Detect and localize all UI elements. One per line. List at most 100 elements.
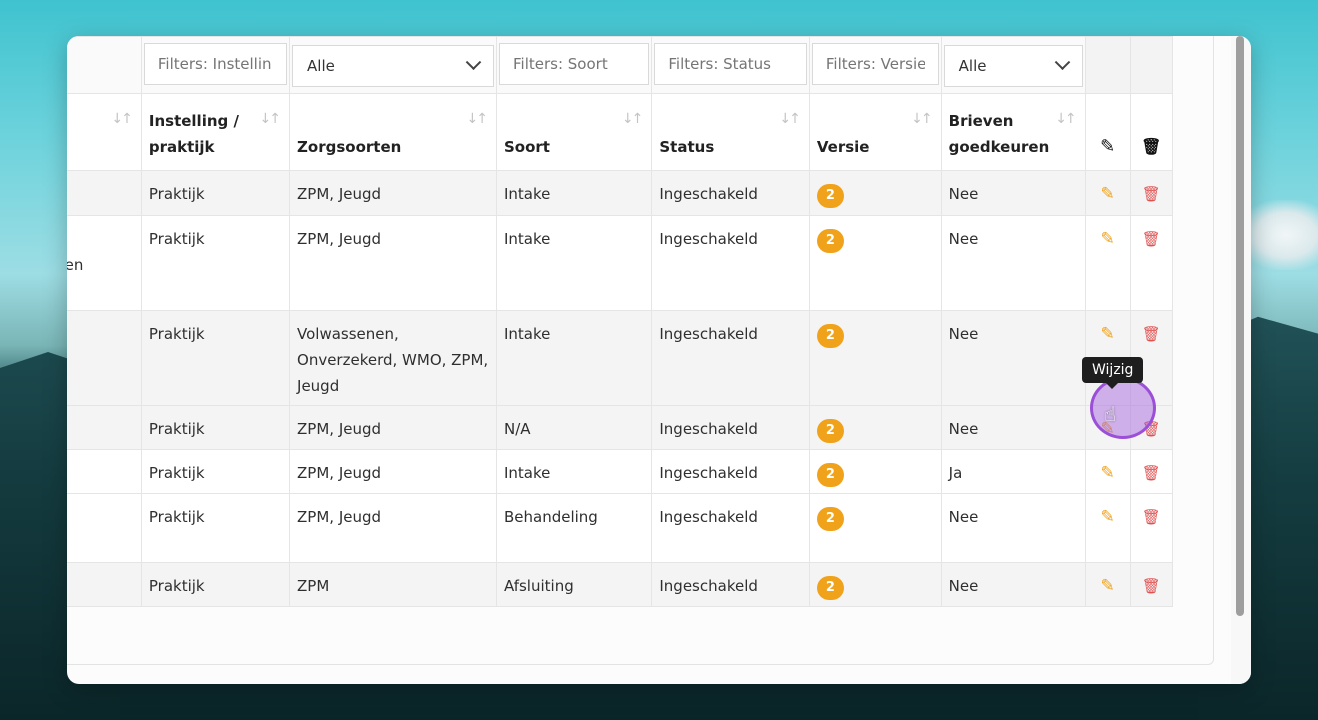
cell-instelling: Praktijk: [140, 310, 291, 406]
cell-versie: 2: [808, 215, 942, 311]
cell-versie: 2: [808, 405, 942, 450]
column-header-brieven[interactable]: Brieven goedkeuren ↓↑: [940, 93, 1086, 171]
filter-status-input[interactable]: [654, 43, 807, 85]
cell-instelling: Praktijk: [140, 405, 291, 450]
table-row: Praktijk ZPM, Jeugd Intake Ingeschakeld …: [67, 449, 1174, 494]
version-badge: 2: [816, 419, 844, 443]
column-header-prev[interactable]: ↓↑: [67, 93, 142, 171]
table-row: Praktijk ZPM Afsluiting Ingeschakeld 2 N…: [67, 562, 1174, 607]
trash-icon[interactable]: 🗑: [1142, 226, 1161, 252]
filter-cell-soort: [495, 36, 653, 94]
scrollbar-thumb[interactable]: [1236, 36, 1244, 616]
cell-zorgsoorten: ZPM, Jeugd: [289, 215, 497, 311]
pencil-icon[interactable]: ✎: [1101, 181, 1115, 207]
pencil-icon: ✎: [1100, 136, 1116, 157]
trash-icon[interactable]: 🗑: [1142, 321, 1161, 347]
cell-status: Ingeschakeld: [651, 493, 810, 563]
column-header-status-label: Status: [659, 138, 715, 156]
edit-tooltip: Wijzig: [1082, 357, 1144, 389]
filter-cell-delete: [1129, 36, 1174, 94]
table-row: Praktijk ZPM, Jeugd Intake Ingeschakeld …: [67, 170, 1174, 216]
trash-icon[interactable]: 🗑: [1142, 181, 1161, 207]
column-header-versie[interactable]: Versie ↓↑: [808, 93, 942, 171]
cell-instelling: Praktijk: [140, 493, 291, 563]
version-badge: 2: [816, 576, 844, 600]
cell-instelling: Praktijk: [140, 449, 291, 494]
table-card: Alle Alle: [67, 36, 1214, 665]
filter-zorgsoorten-select[interactable]: Alle: [292, 45, 494, 87]
cell-soort: Intake: [495, 310, 653, 406]
cell-delete: 🗑: [1129, 493, 1174, 563]
column-header-edit: ✎: [1084, 93, 1131, 171]
cell-versie: 2: [808, 493, 942, 563]
pencil-icon[interactable]: ✎: [1101, 460, 1115, 486]
cell-soort: N/A: [495, 405, 653, 450]
filter-versie-input[interactable]: [811, 43, 939, 85]
cell-delete: 🗑: [1129, 562, 1174, 607]
trash-icon[interactable]: 🗑: [1142, 460, 1161, 486]
cell-prev: [67, 493, 142, 563]
column-header-brieven-label-1: Brieven: [948, 112, 1014, 130]
trash-icon[interactable]: 🗑: [1142, 573, 1161, 599]
pencil-icon[interactable]: ✎: [1101, 504, 1115, 530]
header-row: ↓↑ Instelling / praktijk ↓↑ Zorgsoorten …: [67, 93, 1174, 171]
cell-brieven: Nee: [940, 493, 1086, 563]
cell-status: Ingeschakeld: [651, 170, 810, 216]
cursor-highlight: [1090, 377, 1156, 439]
sort-arrows-icon: ↓↑: [259, 111, 282, 127]
sort-arrows-icon: ↓↑: [779, 111, 801, 127]
cell-edit: ✎: [1084, 562, 1131, 607]
pencil-icon[interactable]: ✎: [1101, 321, 1115, 347]
table-row: Praktijk ZPM, Jeugd Behandeling Ingescha…: [67, 493, 1174, 563]
cell-instelling: Praktijk: [140, 170, 291, 216]
cell-prev: [67, 449, 142, 494]
version-badge: 2: [816, 229, 844, 253]
sort-arrows-icon: ↓↑: [111, 111, 133, 127]
filter-instelling-input[interactable]: [143, 43, 288, 85]
column-header-status[interactable]: Status ↓↑: [651, 93, 810, 171]
cell-soort: Intake: [495, 215, 653, 311]
chevron-down-icon: [1054, 53, 1070, 70]
filter-cell-status: [651, 36, 810, 94]
pencil-icon[interactable]: ✎: [1101, 573, 1115, 599]
data-table: Alle Alle: [67, 36, 1174, 607]
cell-prev: [67, 310, 142, 406]
cell-zorgsoorten: ZPM, Jeugd: [289, 493, 497, 563]
cell-versie: 2: [808, 170, 942, 216]
column-header-soort-label: Soort: [503, 138, 550, 156]
vertical-scrollbar[interactable]: [1231, 36, 1251, 684]
cell-versie: 2: [808, 562, 942, 607]
filter-row: Alle Alle: [67, 36, 1174, 94]
column-header-brieven-label-2: goedkeuren: [948, 138, 1050, 156]
cell-soort: Intake: [495, 170, 653, 216]
sort-arrows-icon: ↓↑: [911, 111, 933, 127]
cell-versie: 2: [808, 449, 942, 494]
cell-status: Ingeschakeld: [651, 310, 810, 406]
trash-icon[interactable]: 🗑: [1142, 504, 1161, 530]
pencil-icon[interactable]: ✎: [1101, 226, 1115, 252]
cell-brieven: Nee: [940, 405, 1086, 450]
column-header-delete: 🗑: [1129, 93, 1174, 171]
column-header-instelling-label-1: Instelling /: [148, 112, 239, 130]
cell-soort: Afsluiting: [495, 562, 653, 607]
column-header-zorgsoorten[interactable]: Zorgsoorten ↓↑: [289, 93, 497, 171]
column-header-instelling[interactable]: Instelling / praktijk ↓↑: [140, 93, 291, 171]
column-header-soort[interactable]: Soort ↓↑: [495, 93, 653, 171]
cell-edit: ✎: [1084, 449, 1131, 494]
version-badge: 2: [816, 463, 844, 487]
cell-brieven: Nee: [940, 310, 1086, 406]
app-window: Alle Alle: [67, 36, 1251, 684]
cell-status: Ingeschakeld: [651, 215, 810, 311]
filter-cell-brieven: Alle: [940, 36, 1086, 94]
trash-icon: 🗑: [1141, 137, 1162, 156]
cell-zorgsoorten: ZPM, Jeugd: [289, 405, 497, 450]
cell-prev: [67, 562, 142, 607]
cell-instelling: Praktijk: [140, 215, 291, 311]
cell-prev-text: r geen: [67, 256, 84, 274]
filter-soort-input[interactable]: [498, 43, 650, 85]
table-row: Praktijk ZPM, Jeugd N/A Ingeschakeld 2 N…: [67, 405, 1174, 450]
filter-brieven-select[interactable]: Alle: [943, 45, 1083, 87]
filter-cell-versie: [808, 36, 942, 94]
cell-brieven: Nee: [940, 170, 1086, 216]
cell-zorgsoorten: Volwassenen, Onverzekerd, WMO, ZPM, Jeug…: [289, 310, 497, 406]
